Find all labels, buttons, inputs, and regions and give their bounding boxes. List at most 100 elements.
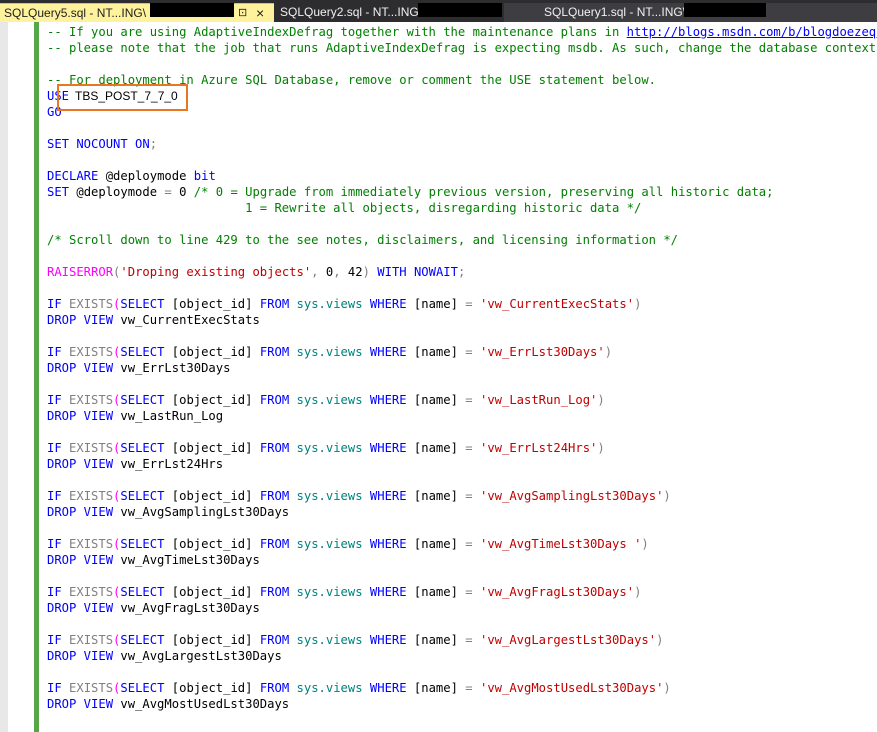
code-token: FROM xyxy=(259,297,297,311)
change-tracking-bar xyxy=(34,22,39,732)
code-line[interactable]: IF EXISTS(SELECT [object_id] FROM sys.vi… xyxy=(47,584,877,600)
close-icon[interactable]: × xyxy=(256,4,264,22)
code-token: [name] xyxy=(413,297,466,311)
code-line[interactable] xyxy=(47,376,877,392)
code-token: FROM xyxy=(259,633,297,647)
code-line[interactable]: IF EXISTS(SELECT [object_id] FROM sys.vi… xyxy=(47,488,877,504)
code-line[interactable]: IF EXISTS(SELECT [object_id] FROM sys.vi… xyxy=(47,440,877,456)
code-line[interactable] xyxy=(47,568,877,584)
code-token: 'vw_ErrLst30Days' xyxy=(479,345,605,359)
code-token: IF xyxy=(47,393,70,407)
sql-code-editor[interactable]: -- If you are using AdaptiveIndexDefrag … xyxy=(0,22,877,732)
code-line[interactable]: IF EXISTS(SELECT [object_id] FROM sys.vi… xyxy=(47,392,877,408)
code-line[interactable]: IF EXISTS(SELECT [object_id] FROM sys.vi… xyxy=(47,296,877,312)
code-token: 'vw_AvgSamplingLst30Days' xyxy=(479,489,664,503)
code-line[interactable] xyxy=(47,424,877,440)
code-token: /* 0 = Upgrade from immediately previous… xyxy=(193,185,774,199)
code-line[interactable] xyxy=(47,216,877,232)
code-token: IF xyxy=(47,681,70,695)
code-token: ) xyxy=(634,297,642,311)
code-line[interactable]: SET NOCOUNT ON; xyxy=(47,136,877,152)
code-token: WHERE xyxy=(369,489,414,503)
code-token: FROM xyxy=(259,393,297,407)
code-line[interactable] xyxy=(47,520,877,536)
code-token: FROM xyxy=(259,681,297,695)
code-line[interactable]: DROP VIEW vw_LastRun_Log xyxy=(47,408,877,424)
code-token: WHERE xyxy=(369,633,414,647)
code-line[interactable] xyxy=(47,248,877,264)
code-token: SET NOCOUNT ON xyxy=(47,137,150,151)
code-line[interactable]: /* Scroll down to line 429 to the see no… xyxy=(47,232,877,248)
code-token: SELECT xyxy=(120,489,172,503)
tab-title: SQLQuery2.sql - NT...ING\ xyxy=(280,5,423,19)
code-token: 'vw_AvgLargestLst30Days' xyxy=(479,633,657,647)
code-token: WITH NOWAIT xyxy=(377,265,458,279)
code-token: [object_id] xyxy=(171,585,260,599)
document-tab-bar: SQLQuery5.sql - NT...ING\ ⊡ × SQLQuery2.… xyxy=(0,0,877,22)
code-token: [object_id] xyxy=(171,297,260,311)
code-token: IF xyxy=(47,345,70,359)
code-line[interactable]: DROP VIEW vw_ErrLst30Days xyxy=(47,360,877,376)
code-line[interactable]: IF EXISTS(SELECT [object_id] FROM sys.vi… xyxy=(47,344,877,360)
code-line[interactable]: IF EXISTS(SELECT [object_id] FROM sys.vi… xyxy=(47,680,877,696)
code-token: = xyxy=(164,185,180,199)
code-line[interactable]: DROP VIEW vw_AvgMostUsedLst30Days xyxy=(47,696,877,712)
code-token: DROP VIEW xyxy=(47,553,121,567)
code-token: IF xyxy=(47,633,70,647)
code-line[interactable]: RAISERROR('Droping existing objects', 0,… xyxy=(47,264,877,280)
code-line[interactable] xyxy=(47,328,877,344)
code-token: FROM xyxy=(259,345,297,359)
code-line[interactable] xyxy=(47,472,877,488)
code-token: DROP VIEW xyxy=(47,601,121,615)
code-token: = xyxy=(465,441,480,455)
code-line[interactable]: SET @deploymode = 0 /* 0 = Upgrade from … xyxy=(47,184,877,200)
code-line[interactable]: IF EXISTS(SELECT [object_id] FROM sys.vi… xyxy=(47,536,877,552)
code-token: EXISTS xyxy=(69,393,114,407)
code-token: SELECT xyxy=(120,441,172,455)
code-token: [name] xyxy=(413,681,466,695)
redacted-region xyxy=(418,3,502,17)
code-token: 'vw_CurrentExecStats' xyxy=(479,297,635,311)
code-token: [object_id] xyxy=(171,441,260,455)
code-line[interactable]: DROP VIEW vw_AvgFragLst30Days xyxy=(47,600,877,616)
hyperlink[interactable]: http://blogs.msdn.com/b/blogdoezequiel/a xyxy=(627,25,877,39)
code-token: FROM xyxy=(259,489,297,503)
code-line[interactable]: DROP VIEW vw_AvgTimeLst30Days xyxy=(47,552,877,568)
code-token: @deploymode xyxy=(105,169,194,183)
code-token: sys.views xyxy=(296,345,370,359)
code-token: DECLARE xyxy=(47,169,106,183)
code-token: bit xyxy=(193,169,216,183)
code-line[interactable]: DROP VIEW vw_AvgSamplingLst30Days xyxy=(47,504,877,520)
code-line[interactable] xyxy=(47,120,877,136)
code-token: sys.views xyxy=(296,441,370,455)
code-token: IF xyxy=(47,489,70,503)
code-line[interactable] xyxy=(47,280,877,296)
pin-icon[interactable]: ⊡ xyxy=(238,4,247,22)
code-line[interactable]: DROP VIEW vw_CurrentExecStats xyxy=(47,312,877,328)
code-token: DROP VIEW xyxy=(47,505,121,519)
code-line[interactable] xyxy=(47,616,877,632)
code-line[interactable] xyxy=(47,56,877,72)
code-line[interactable]: DROP VIEW vw_ErrLst24Hrs xyxy=(47,456,877,472)
code-token: /* Scroll down to line 429 to the see no… xyxy=(47,233,679,247)
code-token: vw_AvgLargestLst30Days xyxy=(120,649,282,663)
code-line[interactable]: IF EXISTS(SELECT [object_id] FROM sys.vi… xyxy=(47,632,877,648)
code-line[interactable]: DECLARE @deploymode bit xyxy=(47,168,877,184)
code-token: = xyxy=(465,393,480,407)
code-token: ) xyxy=(362,265,378,279)
code-token: WHERE xyxy=(369,393,414,407)
code-token: ) xyxy=(597,441,605,455)
code-token: ) xyxy=(597,393,605,407)
code-line[interactable]: 1 = Rewrite all objects, disregarding hi… xyxy=(47,200,877,216)
code-line[interactable]: -- please note that the job that runs Ad… xyxy=(47,40,877,56)
code-line[interactable] xyxy=(47,664,877,680)
code-line[interactable]: DROP VIEW vw_AvgLargestLst30Days xyxy=(47,648,877,664)
code-token: sys.views xyxy=(296,297,370,311)
code-token: sys.views xyxy=(296,633,370,647)
code-line[interactable] xyxy=(47,152,877,168)
code-line[interactable]: -- If you are using AdaptiveIndexDefrag … xyxy=(47,24,877,40)
code-token: vw_AvgSamplingLst30Days xyxy=(120,505,290,519)
code-token: [object_id] xyxy=(171,537,260,551)
code-token: [name] xyxy=(413,489,466,503)
code-token: EXISTS xyxy=(69,633,114,647)
